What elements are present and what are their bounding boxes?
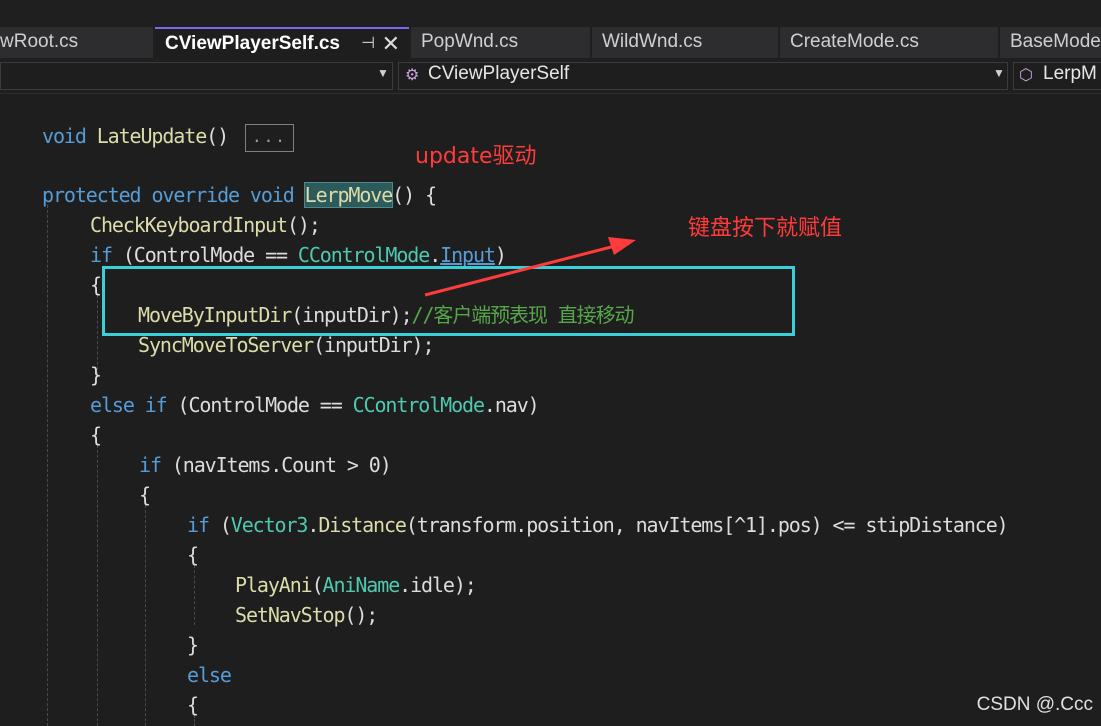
annotation-arrow [424,237,636,297]
watermark: CSDN @.Ccc [976,694,1093,715]
